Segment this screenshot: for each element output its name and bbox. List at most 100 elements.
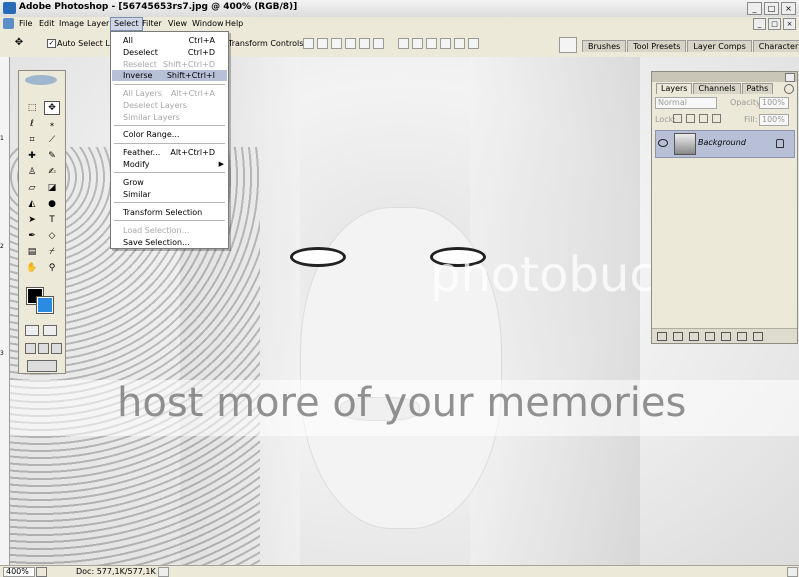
- jump-to-imageready-button[interactable]: [27, 360, 57, 372]
- layer-style-icon[interactable]: [673, 332, 683, 341]
- standard-screen-button[interactable]: [25, 343, 36, 354]
- lock-position-icon[interactable]: [699, 114, 708, 123]
- vertical-ruler[interactable]: 1 2 3: [0, 57, 10, 565]
- menu-file[interactable]: File: [16, 18, 35, 30]
- dodge-tool-icon[interactable]: ●: [44, 197, 60, 211]
- history-brush-tool-icon[interactable]: ✍: [44, 165, 60, 179]
- tab-layers[interactable]: Layers: [656, 83, 693, 94]
- layer-mask-icon[interactable]: [689, 332, 699, 341]
- background-color-swatch[interactable]: [36, 296, 54, 314]
- ruler-tick: 2: [0, 243, 4, 250]
- layer-row[interactable]: Background: [655, 130, 795, 158]
- maximize-button[interactable]: □: [764, 2, 779, 15]
- align-top-icon[interactable]: [303, 38, 314, 49]
- type-tool-icon[interactable]: T: [44, 213, 60, 227]
- menu-item-transform-selection[interactable]: Transform Selection: [112, 207, 227, 218]
- document-icon[interactable]: [3, 18, 14, 29]
- quick-mask-mode-button[interactable]: [43, 325, 57, 336]
- menu-select[interactable]: Select: [110, 17, 143, 31]
- healing-tool-icon[interactable]: ✚: [24, 149, 40, 163]
- menu-item-inverse[interactable]: Inverse Shift+Ctrl+I: [112, 70, 227, 81]
- blur-tool-icon[interactable]: ◭: [24, 197, 40, 211]
- palette-well-button[interactable]: [559, 37, 577, 53]
- distribute-bottom-icon[interactable]: [426, 38, 437, 49]
- tab-layer-comps[interactable]: Layer Comps: [687, 40, 752, 52]
- distribute-right-icon[interactable]: [468, 38, 479, 49]
- panel-close-icon[interactable]: [785, 73, 795, 82]
- menu-window[interactable]: Window: [189, 18, 227, 30]
- tab-character[interactable]: Character: [752, 40, 799, 52]
- panel-menu-icon[interactable]: [784, 84, 794, 94]
- pen-tool-icon[interactable]: ✒: [24, 229, 40, 243]
- visibility-eye-icon[interactable]: [658, 139, 668, 147]
- menu-image[interactable]: Image: [56, 18, 87, 30]
- adjustment-layer-icon[interactable]: [705, 332, 715, 341]
- auto-select-layer-checkbox[interactable]: ✓: [47, 39, 56, 48]
- align-right-icon[interactable]: [373, 38, 384, 49]
- align-bottom-icon[interactable]: [331, 38, 342, 49]
- clone-stamp-tool-icon[interactable]: ♙: [24, 165, 40, 179]
- full-screen-menu-button[interactable]: [38, 343, 49, 354]
- crop-tool-icon[interactable]: ⌗: [24, 133, 40, 147]
- full-screen-button[interactable]: [51, 343, 62, 354]
- opacity-field[interactable]: 100%: [759, 97, 789, 109]
- menu-filter[interactable]: Filter: [139, 18, 165, 30]
- menu-item-feather[interactable]: Feather... Alt+Ctrl+D: [112, 147, 227, 158]
- tab-channels[interactable]: Channels: [693, 83, 741, 94]
- align-vcenter-icon[interactable]: [317, 38, 328, 49]
- fill-field[interactable]: 100%: [759, 114, 789, 126]
- new-group-icon[interactable]: [721, 332, 731, 341]
- menu-item-all[interactable]: All Ctrl+A: [112, 35, 227, 46]
- path-select-tool-icon[interactable]: ➤: [24, 213, 40, 227]
- zoom-tool-icon[interactable]: ⚲: [44, 261, 60, 275]
- shape-tool-icon[interactable]: ◇: [44, 229, 60, 243]
- menu-item-grow[interactable]: Grow: [112, 177, 227, 188]
- align-hcenter-icon[interactable]: [359, 38, 370, 49]
- lock-image-icon[interactable]: [686, 114, 695, 123]
- standard-mode-button[interactable]: [25, 325, 39, 336]
- brush-tool-icon[interactable]: ✎: [44, 149, 60, 163]
- eyedropper-tool-icon[interactable]: ⌿: [44, 245, 60, 259]
- delete-layer-icon[interactable]: [753, 332, 763, 341]
- menu-help[interactable]: Help: [222, 18, 246, 30]
- lasso-tool-icon[interactable]: ℓ: [24, 117, 40, 131]
- minimize-button[interactable]: _: [747, 2, 762, 15]
- menu-view[interactable]: View: [165, 18, 190, 30]
- tab-brushes[interactable]: Brushes: [582, 40, 627, 52]
- menu-item-save-selection[interactable]: Save Selection...: [112, 237, 227, 248]
- distribute-top-icon[interactable]: [398, 38, 409, 49]
- menu-edit[interactable]: Edit: [36, 18, 58, 30]
- close-button[interactable]: ×: [781, 2, 796, 15]
- distribute-vcenter-icon[interactable]: [412, 38, 423, 49]
- eraser-tool-icon[interactable]: ▱: [24, 181, 40, 195]
- move-tool-icon[interactable]: ✥: [44, 101, 60, 115]
- slice-tool-icon[interactable]: ⟋: [44, 133, 60, 147]
- new-layer-icon[interactable]: [737, 332, 747, 341]
- blend-mode-select[interactable]: Normal: [655, 97, 717, 109]
- doc-close-button[interactable]: ×: [783, 18, 796, 30]
- marquee-tool-icon[interactable]: ⬚: [24, 101, 40, 115]
- menu-item-modify[interactable]: Modify ▶: [112, 159, 227, 170]
- link-layers-icon[interactable]: [657, 332, 667, 341]
- magic-wand-tool-icon[interactable]: ⁎: [44, 117, 60, 131]
- tab-paths[interactable]: Paths: [741, 83, 774, 94]
- tab-tool-presets[interactable]: Tool Presets: [627, 40, 687, 52]
- layers-panel-titlebar[interactable]: [652, 72, 797, 82]
- paint-bucket-tool-icon[interactable]: ◪: [44, 181, 60, 195]
- feather-logo-icon[interactable]: [25, 75, 57, 85]
- menu-item-similar[interactable]: Similar: [112, 189, 227, 200]
- menu-layer[interactable]: Layer: [84, 18, 112, 30]
- watermark-tagline: host more of your memories: [117, 380, 687, 426]
- distribute-hcenter-icon[interactable]: [454, 38, 465, 49]
- move-tool-preset-icon[interactable]: ✥: [12, 37, 26, 49]
- lock-all-icon[interactable]: [712, 114, 721, 123]
- doc-minimize-button[interactable]: _: [753, 18, 766, 30]
- lock-transparency-icon[interactable]: [673, 114, 682, 123]
- menu-item-deselect[interactable]: Deselect Ctrl+D: [112, 47, 227, 58]
- hand-tool-icon[interactable]: ✋: [24, 261, 40, 275]
- menu-item-color-range[interactable]: Color Range...: [112, 129, 227, 140]
- notes-tool-icon[interactable]: ▤: [24, 245, 40, 259]
- align-left-icon[interactable]: [345, 38, 356, 49]
- doc-restore-button[interactable]: □: [768, 18, 781, 30]
- distribute-left-icon[interactable]: [440, 38, 451, 49]
